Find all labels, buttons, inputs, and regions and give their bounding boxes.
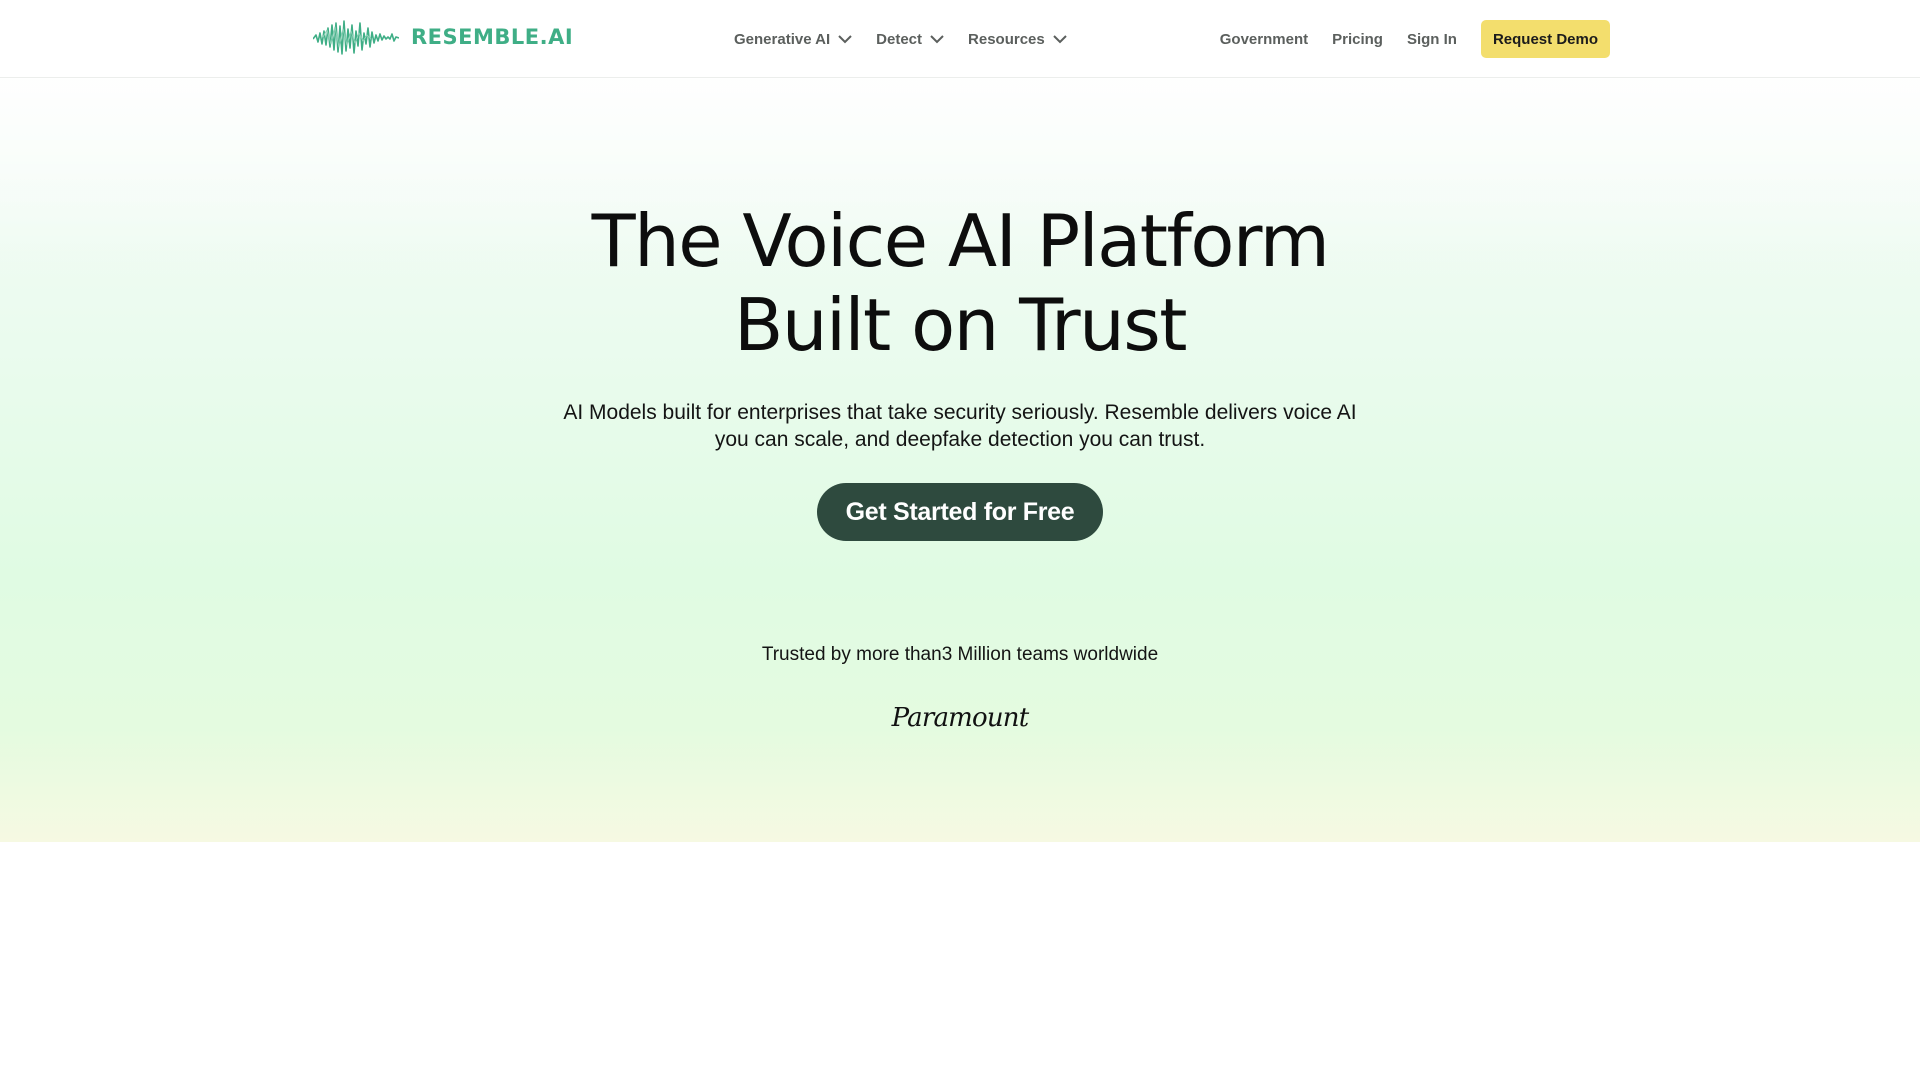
top-navbar: RESEMBLE.AI Generative AI Detect Resourc… <box>0 0 1920 78</box>
nav-item-detect[interactable]: Detect <box>876 31 944 48</box>
brand-logo[interactable]: RESEMBLE.AI <box>313 14 573 60</box>
chevron-down-icon <box>838 34 852 44</box>
hero-subtitle: AI Models built for enterprises that tak… <box>563 401 1357 451</box>
nav-item-generative-ai[interactable]: Generative AI <box>734 31 852 48</box>
get-started-button[interactable]: Get Started for Free <box>817 483 1103 541</box>
nav-right-group: Government Pricing Sign In Request Demo <box>1220 0 1610 78</box>
nav-item-label: Generative AI <box>734 30 831 48</box>
nav-link-sign-in[interactable]: Sign In <box>1407 31 1457 48</box>
paramount-logo: Paramount <box>891 703 1030 733</box>
nav-link-pricing[interactable]: Pricing <box>1332 31 1383 48</box>
hero-title-line-1: The Voice AI Platform <box>591 199 1330 283</box>
chevron-down-icon <box>930 34 944 44</box>
nav-item-resources[interactable]: Resources <box>968 31 1067 48</box>
below-fold-section <box>0 842 1920 1080</box>
page: RESEMBLE.AI Generative AI Detect Resourc… <box>0 0 1920 1080</box>
waveform-logo-icon <box>313 17 399 57</box>
nav-item-label: Resources <box>968 30 1045 48</box>
nav-link-government[interactable]: Government <box>1220 31 1308 48</box>
hero-title: The Voice AI Platform Built on Trust <box>0 199 1920 367</box>
hero-title-line-2: Built on Trust <box>733 283 1188 367</box>
hero-section: The Voice AI Platform Built on Trust AI … <box>0 79 1920 842</box>
chevron-down-icon <box>1053 34 1067 44</box>
brand-name: RESEMBLE.AI <box>411 25 574 49</box>
trusted-by-text: Trusted by more than3 Million teams worl… <box>761 644 1159 665</box>
nav-item-label: Detect <box>876 30 923 48</box>
request-demo-button[interactable]: Request Demo <box>1480 20 1610 58</box>
main-nav-menu: Generative AI Detect Resources <box>734 0 1091 78</box>
